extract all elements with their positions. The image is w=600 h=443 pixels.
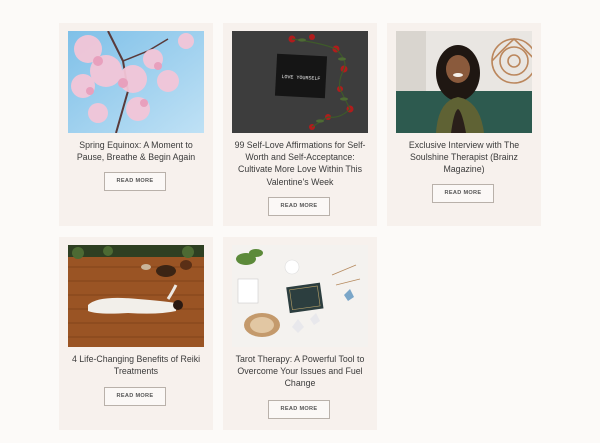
read-more-button[interactable]: READ MORE: [268, 197, 330, 216]
post-title[interactable]: 99 Self-Love Affirmations for Self-Worth…: [229, 139, 371, 188]
post-title[interactable]: Tarot Therapy: A Powerful Tool to Overco…: [229, 353, 371, 390]
post-thumbnail-therapist-portrait[interactable]: [396, 31, 532, 133]
post-thumbnail-tarot-cards[interactable]: [232, 245, 368, 347]
post-card: Spring Equinox: A Moment to Pause, Breat…: [59, 23, 213, 226]
post-thumbnail-reiki-treatment[interactable]: [68, 245, 204, 347]
post-title[interactable]: Spring Equinox: A Moment to Pause, Breat…: [65, 139, 207, 163]
post-card: Tarot Therapy: A Powerful Tool to Overco…: [223, 237, 377, 430]
read-more-button[interactable]: READ MORE: [432, 184, 494, 203]
post-card: LOVE YOURSELF 99 Self-Love Affirmations …: [223, 23, 377, 226]
read-more-button[interactable]: READ MORE: [268, 400, 330, 419]
post-title[interactable]: 4 Life-Changing Benefits of Reiki Treatm…: [65, 353, 207, 377]
read-more-button[interactable]: READ MORE: [104, 387, 166, 406]
post-card: 4 Life-Changing Benefits of Reiki Treatm…: [59, 237, 213, 430]
post-thumbnail-love-yourself[interactable]: LOVE YOURSELF: [232, 31, 368, 133]
post-card: Exclusive Interview with The Soulshine T…: [387, 23, 541, 226]
post-thumbnail-cherry-blossom[interactable]: [68, 31, 204, 133]
post-title[interactable]: Exclusive Interview with The Soulshine T…: [393, 139, 535, 176]
read-more-button[interactable]: READ MORE: [104, 172, 166, 191]
blog-post-grid: Spring Equinox: A Moment to Pause, Breat…: [0, 0, 600, 443]
